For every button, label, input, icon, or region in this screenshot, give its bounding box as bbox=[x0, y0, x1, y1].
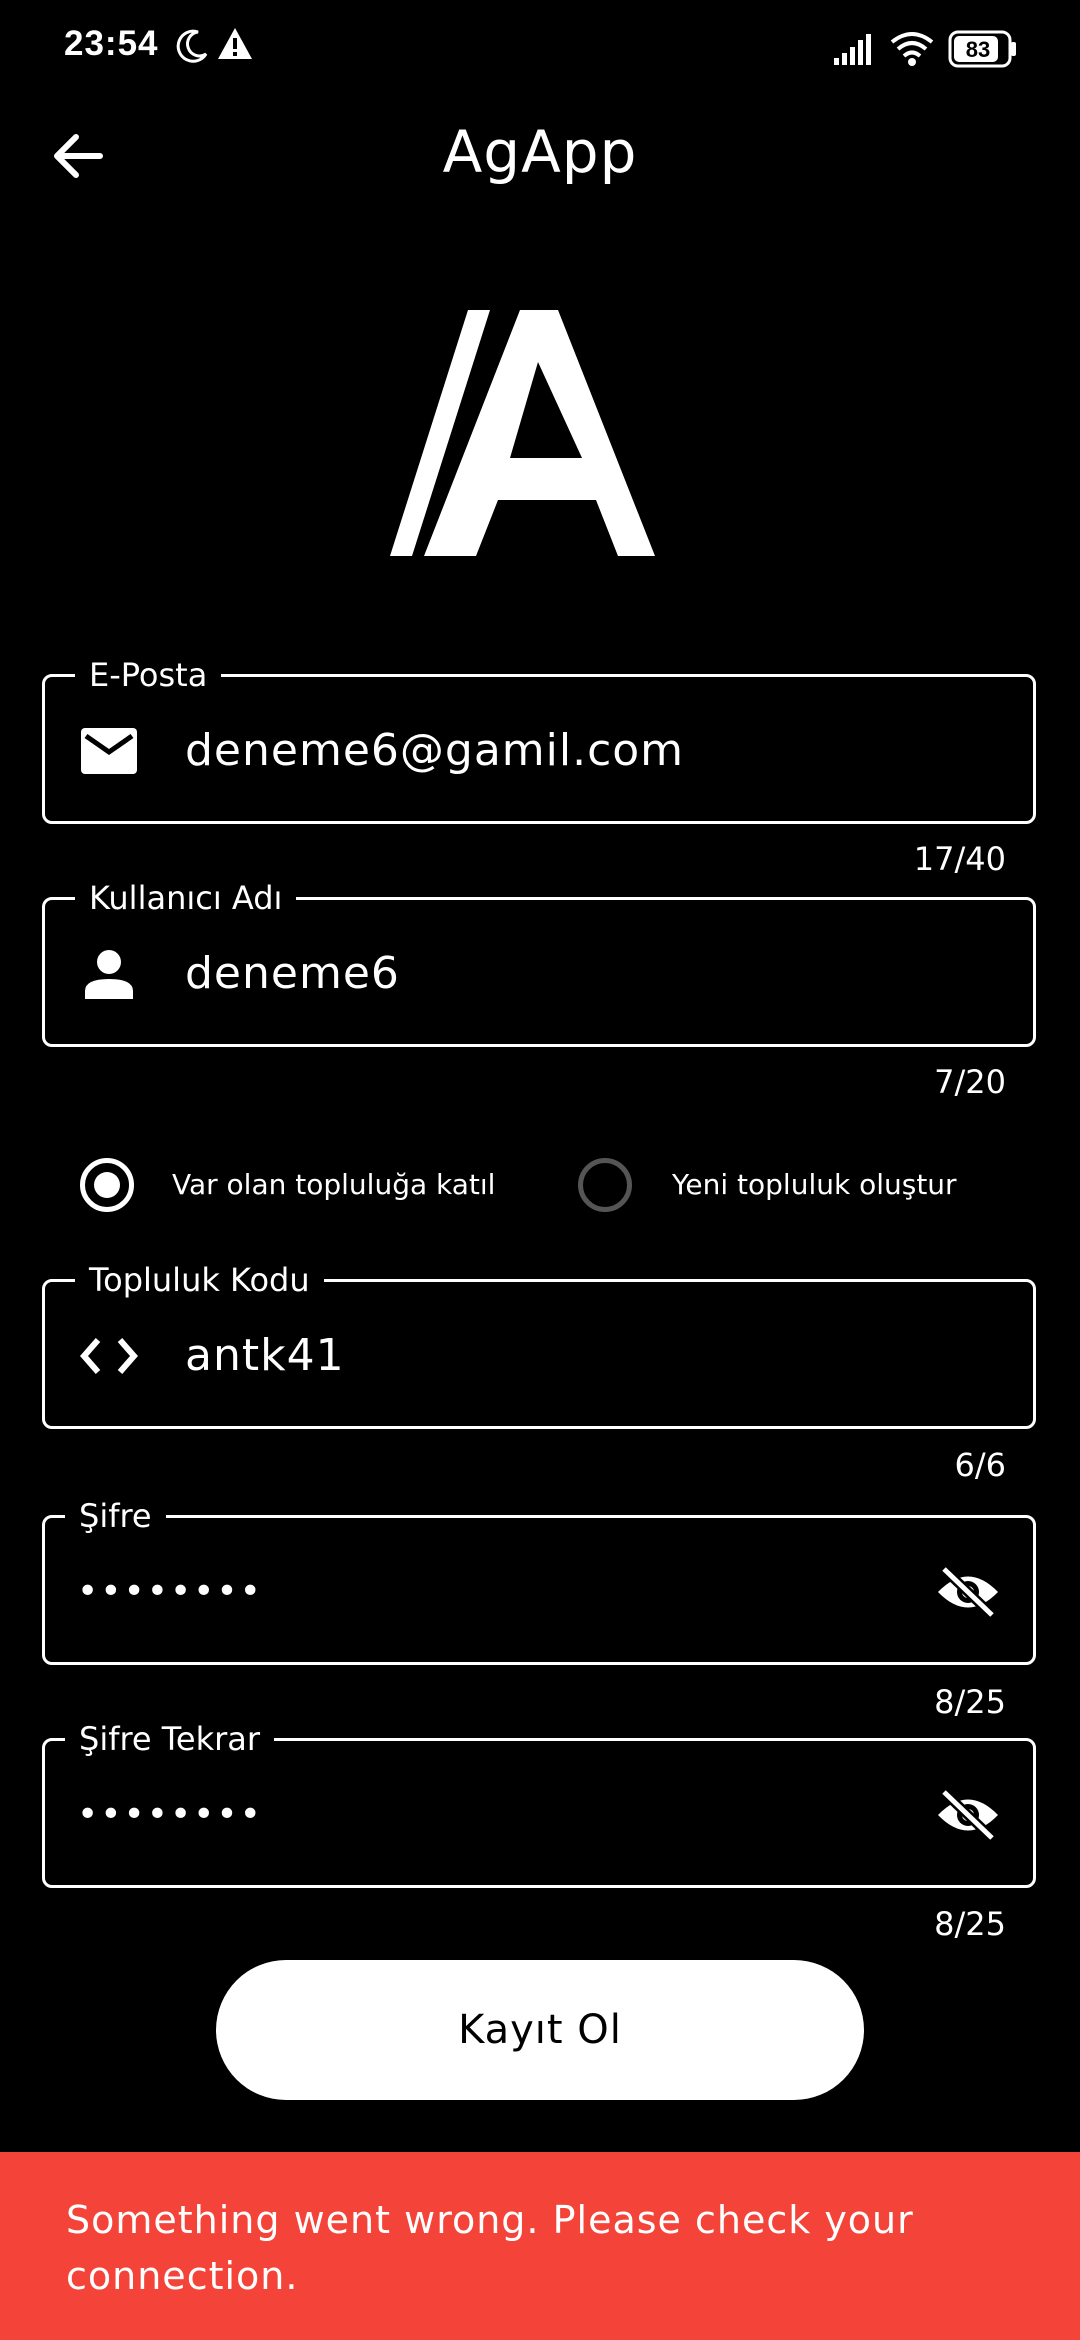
eye-off-icon bbox=[938, 1788, 998, 1842]
register-button[interactable]: Kayıt Ol bbox=[216, 1960, 864, 2100]
battery-level: 83 bbox=[966, 37, 990, 62]
username-counter: 7/20 bbox=[934, 1063, 1006, 1101]
password-repeat-label: Şifre Tekrar bbox=[65, 1717, 275, 1761]
eye-off-icon bbox=[938, 1565, 998, 1619]
password-counter: 8/25 bbox=[934, 1683, 1006, 1721]
password-field[interactable]: Şifre •••••••• bbox=[42, 1494, 1036, 1665]
username-field[interactable]: Kullanıcı Adı deneme6 bbox=[42, 876, 1036, 1047]
email-counter: 17/40 bbox=[913, 840, 1006, 878]
community-code-field[interactable]: Topluluk Kodu antk41 bbox=[42, 1258, 1036, 1429]
code-icon bbox=[79, 1326, 139, 1386]
password-visibility-toggle[interactable] bbox=[933, 1562, 1003, 1622]
app-title: AgApp bbox=[442, 118, 638, 186]
password-repeat-field[interactable]: Şifre Tekrar •••••••• bbox=[42, 1717, 1036, 1888]
community-code-value: antk41 bbox=[185, 1330, 345, 1381]
password-repeat-visibility-toggle[interactable] bbox=[933, 1785, 1003, 1845]
password-value: •••••••• bbox=[77, 1571, 263, 1612]
wifi-icon bbox=[890, 32, 934, 66]
mail-icon bbox=[79, 721, 139, 781]
app-logo bbox=[390, 310, 655, 556]
username-label: Kullanıcı Adı bbox=[75, 876, 297, 920]
email-value: deneme6@gamil.com bbox=[185, 725, 685, 776]
radio-join-community[interactable] bbox=[80, 1158, 134, 1212]
status-time: 23:54 bbox=[64, 24, 159, 63]
password-label: Şifre bbox=[65, 1494, 166, 1538]
battery-icon: 83 bbox=[948, 30, 1016, 68]
email-label: E-Posta bbox=[75, 653, 222, 697]
radio-join-community-label[interactable]: Var olan topluluğa katıl bbox=[172, 1168, 495, 1201]
email-field[interactable]: E-Posta deneme6@gamil.com bbox=[42, 653, 1036, 824]
status-bar: 23:54 83 bbox=[0, 0, 1080, 100]
radio-create-community-label[interactable]: Yeni topluluk oluştur bbox=[672, 1168, 957, 1201]
password-repeat-value: •••••••• bbox=[77, 1794, 263, 1835]
signal-icon bbox=[834, 34, 871, 65]
username-value: deneme6 bbox=[185, 948, 400, 999]
warning-icon bbox=[218, 28, 252, 59]
password-repeat-counter: 8/25 bbox=[934, 1905, 1006, 1943]
snackbar-message: Something went wrong. Please check your … bbox=[66, 2198, 914, 2298]
error-snackbar: Something went wrong. Please check your … bbox=[0, 2152, 1080, 2340]
moon-icon bbox=[176, 29, 208, 63]
person-icon bbox=[79, 944, 139, 1004]
community-code-counter: 6/6 bbox=[954, 1446, 1007, 1484]
community-code-label: Topluluk Kodu bbox=[75, 1258, 324, 1302]
radio-create-community[interactable] bbox=[578, 1158, 632, 1212]
